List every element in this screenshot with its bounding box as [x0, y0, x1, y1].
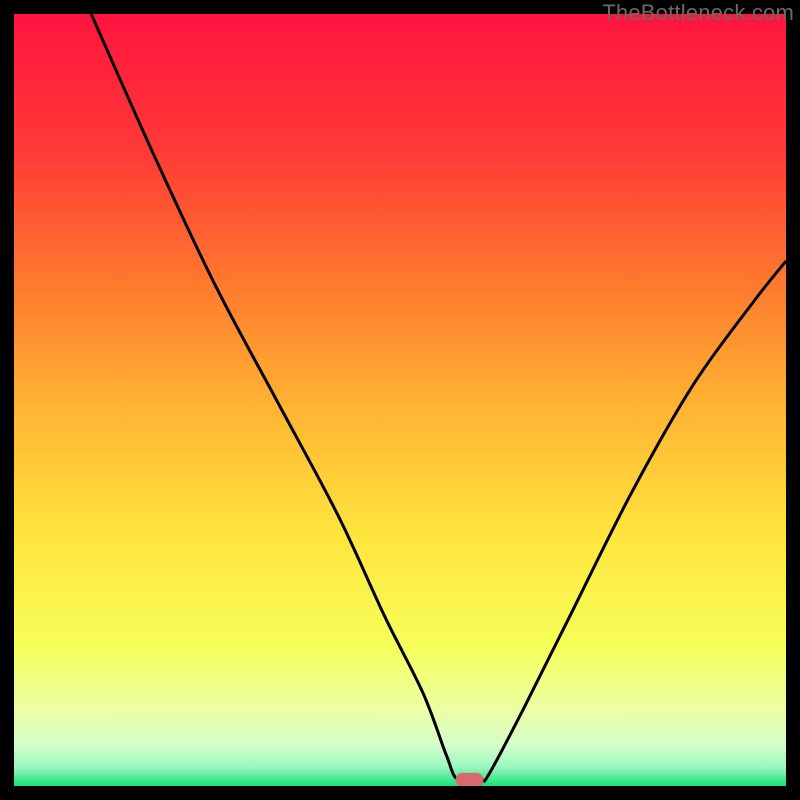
optimal-marker	[455, 773, 483, 786]
chart-frame	[14, 14, 786, 786]
gradient-background	[14, 14, 786, 786]
watermark-text: TheBottleneck.com	[602, 0, 794, 26]
bottleneck-chart	[14, 14, 786, 786]
